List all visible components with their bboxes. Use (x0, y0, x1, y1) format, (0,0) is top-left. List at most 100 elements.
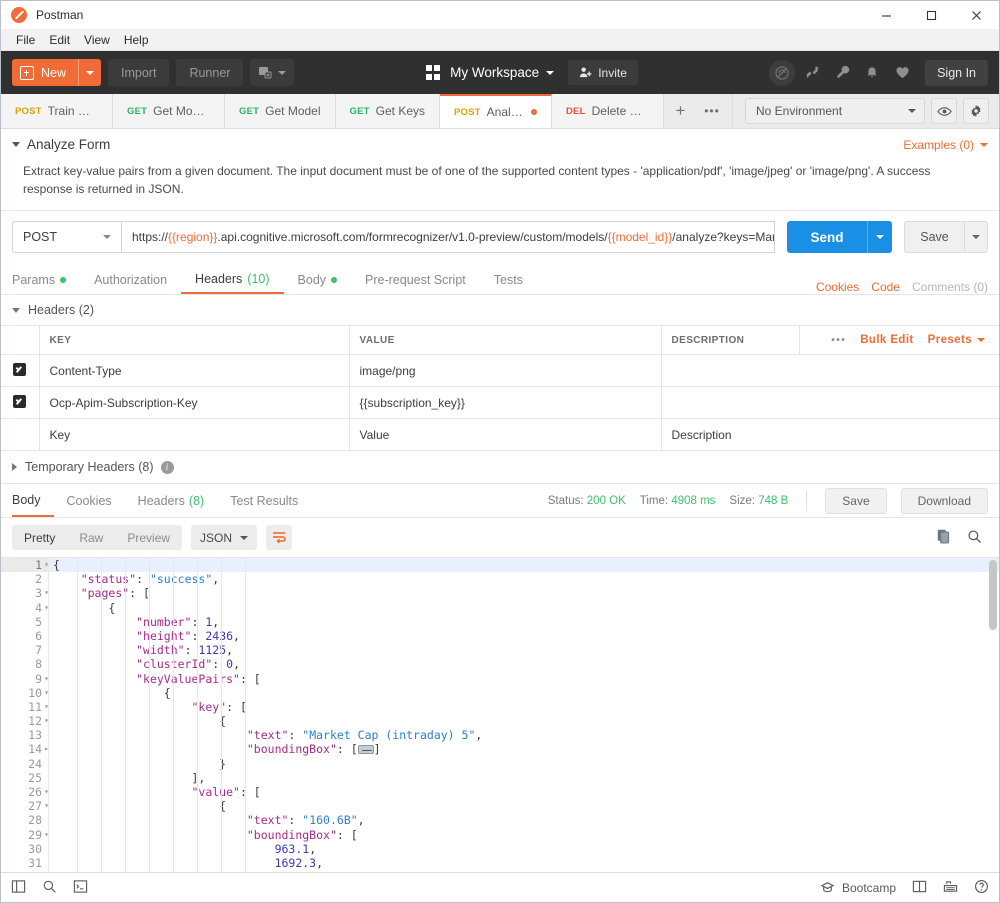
code-line[interactable]: 1692.3, (49, 856, 999, 870)
code-line[interactable]: { (49, 558, 999, 573)
tab-headers[interactable]: Headers (10) (181, 265, 284, 294)
sign-in-button[interactable]: Sign In (925, 59, 988, 86)
code-line[interactable]: "status": "success", (49, 572, 999, 586)
comments-link[interactable]: Comments (0) (912, 280, 988, 294)
code-line[interactable]: ], (49, 771, 999, 785)
wrap-lines-button[interactable] (266, 525, 293, 550)
heart-icon[interactable] (889, 60, 915, 86)
caret-down-icon[interactable] (12, 142, 20, 147)
request-tab[interactable]: GET Get Models (113, 94, 225, 128)
response-tab-cookies[interactable]: Cookies (54, 484, 125, 517)
code-line[interactable]: "text": "160.6B", (49, 813, 999, 827)
request-tab[interactable]: GET Get Keys (335, 94, 440, 128)
code-line[interactable]: "width": 1125, (49, 643, 999, 657)
chevron-down-icon[interactable] (546, 70, 555, 75)
wrench-icon[interactable] (829, 60, 855, 86)
environment-selector[interactable]: No Environment (745, 98, 925, 124)
temporary-headers-toggle[interactable]: Temporary Headers (8) i (1, 451, 999, 484)
menu-item-file[interactable]: File (9, 29, 42, 51)
tab-body[interactable]: Body (284, 265, 352, 294)
request-tab[interactable]: GET Get Model (225, 94, 336, 128)
tab-pre-request-script[interactable]: Pre-request Script (351, 265, 480, 294)
menu-item-view[interactable]: View (77, 29, 117, 51)
keyboard-shortcuts-icon[interactable] (943, 879, 958, 897)
header-value[interactable]: image/png (348, 354, 662, 387)
examples-dropdown[interactable]: Examples (0) (903, 138, 988, 152)
bell-icon[interactable] (859, 60, 885, 86)
header-description[interactable] (660, 354, 999, 387)
url-input[interactable]: https://{{region}} .api.cognitive.microso… (122, 221, 775, 253)
add-tab-icon[interactable]: + (664, 94, 697, 128)
code-line[interactable]: "boundingBox": [ (49, 828, 999, 842)
row-checkbox-cell[interactable] (1, 354, 40, 387)
presets-dropdown[interactable]: Presets (928, 334, 985, 346)
download-response-button[interactable]: Download (900, 487, 988, 514)
code-line[interactable]: { (49, 714, 999, 728)
send-options-button[interactable] (867, 221, 892, 253)
code-line[interactable]: "boundingBox": [] (49, 742, 999, 756)
header-key[interactable]: Content-Type (38, 354, 350, 387)
save-options-button[interactable] (964, 221, 988, 253)
header-key[interactable]: Ocp-Apim-Subscription-Key (38, 386, 350, 419)
menu-item-help[interactable]: Help (117, 29, 156, 51)
code-line[interactable]: "text": "Market Cap (intraday) 5", (49, 728, 999, 742)
code-line[interactable]: "height": 2436, (49, 629, 999, 643)
close-icon[interactable] (954, 1, 999, 29)
response-body-viewer[interactable]: 1 ▾ 2 3 ▾ 4 ▾ 5 6 7 8 9 ▾ 10 ▾ 11 ▾ 12 ▾ 13 14 ▸ 24 25 26 ▾ 27 ▾ 28 2… (1, 557, 999, 872)
request-tab[interactable]: POST Train Model (1, 94, 113, 128)
request-tab[interactable]: DEL Delete Model (552, 94, 664, 128)
response-tab-body[interactable]: Body (12, 484, 54, 517)
environment-quick-look-button[interactable] (931, 98, 957, 124)
new-header-value-input[interactable]: Value (348, 418, 662, 451)
console-icon[interactable] (73, 879, 88, 897)
new-header-description-input[interactable]: Description (660, 418, 999, 451)
sync-disabled-icon[interactable] (769, 59, 796, 86)
import-button[interactable]: Import (108, 59, 170, 86)
format-pretty-button[interactable]: Pretty (12, 525, 67, 550)
two-pane-layout-icon[interactable] (912, 879, 927, 897)
code-line[interactable]: { (49, 601, 999, 615)
tab-authorization[interactable]: Authorization (80, 265, 181, 294)
row-checkbox-cell[interactable] (1, 386, 40, 419)
satellite-icon[interactable] (799, 60, 825, 86)
info-icon[interactable]: i (160, 460, 174, 474)
header-value[interactable]: {{subscription_key}} (348, 386, 662, 419)
code-line[interactable]: } (49, 757, 999, 771)
code-line[interactable]: { (49, 799, 999, 813)
response-language-selector[interactable]: JSON (191, 525, 258, 550)
find-icon[interactable] (42, 879, 57, 897)
help-icon[interactable] (974, 879, 989, 897)
bootcamp-button[interactable]: Bootcamp (820, 880, 896, 895)
code-link[interactable]: Code (871, 280, 900, 294)
new-collection-button[interactable] (250, 59, 295, 86)
code-line[interactable]: "key": [ (49, 700, 999, 714)
new-button[interactable]: New (12, 59, 102, 86)
new-header-key-input[interactable]: Key (38, 418, 350, 451)
format-preview-button[interactable]: Preview (115, 525, 182, 550)
workspace-name[interactable]: My Workspace (450, 65, 539, 80)
row-checkbox-cell[interactable] (1, 418, 40, 451)
response-tab-test-results[interactable]: Test Results (217, 484, 311, 517)
tab-tests[interactable]: Tests (480, 265, 537, 294)
manage-environments-button[interactable] (963, 98, 989, 124)
invite-button[interactable]: Invite (568, 60, 638, 85)
headers-section-title[interactable]: Headers (2) (1, 295, 999, 325)
runner-button[interactable]: Runner (176, 59, 244, 86)
tab-params[interactable]: Params (12, 265, 80, 294)
code-line[interactable]: 1087.1, (49, 870, 999, 872)
tab-options-ellipsis-icon[interactable]: ••• (697, 94, 727, 128)
bulk-edit-link[interactable]: Bulk Edit (860, 334, 913, 346)
collapsed-array-icon[interactable] (357, 745, 374, 755)
code-line[interactable]: "clusterId": 0, (49, 657, 999, 671)
http-method-selector[interactable]: POST (12, 221, 122, 253)
code-line[interactable]: { (49, 686, 999, 700)
headers-options-ellipsis-icon[interactable]: ••• (831, 335, 846, 346)
vertical-scrollbar[interactable] (989, 560, 997, 630)
response-tab-headers[interactable]: Headers (8) (125, 484, 218, 517)
code-line[interactable]: "keyValuePairs": [ (49, 672, 999, 686)
json-code-lines[interactable]: { "status": "success", "pages": [ { "num… (49, 558, 999, 872)
header-description[interactable] (660, 386, 999, 419)
send-button[interactable]: Send (787, 221, 867, 253)
save-request-button[interactable]: Save (904, 221, 964, 253)
minimize-icon[interactable] (864, 1, 909, 29)
